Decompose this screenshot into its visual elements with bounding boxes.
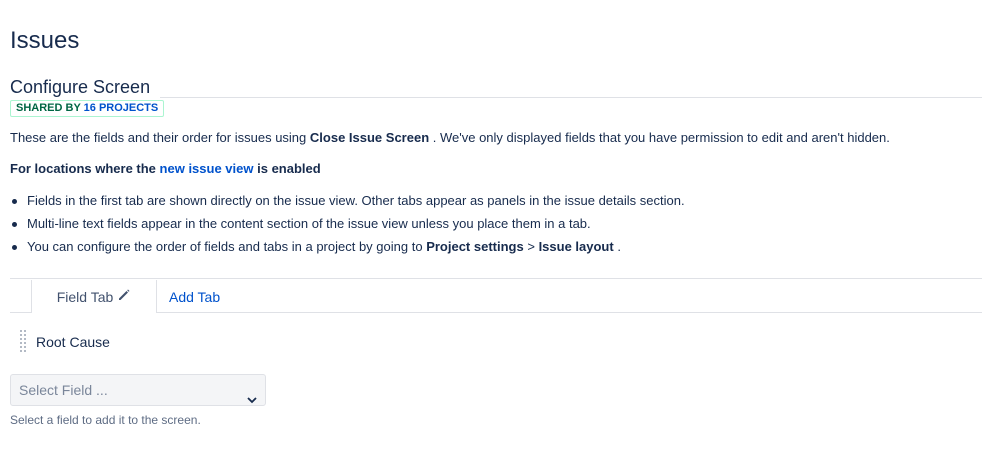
field-row-root-cause[interactable]: Root Cause [20, 330, 110, 354]
bullet-text-end: . [617, 239, 621, 254]
list-item: You can configure the order of fields an… [10, 239, 685, 262]
chevron-down-icon [247, 385, 257, 404]
bullet-text: You can configure the order of fields an… [27, 239, 423, 254]
shared-by-badge[interactable]: SHARED BY 16 PROJECTS [10, 100, 165, 117]
new-issue-view-link[interactable]: new issue view [160, 161, 254, 176]
bullet-dot [12, 222, 17, 227]
description-text: These are the fields and their order for… [10, 130, 307, 145]
select-field-dropdown[interactable]: Select Field ... [10, 374, 266, 406]
field-name: Root Cause [36, 334, 110, 350]
info-bullet-list: Fields in the first tab are shown direct… [10, 193, 685, 262]
add-tab-link[interactable]: Add Tab [169, 289, 220, 305]
screen-description: These are the fields and their order for… [10, 130, 890, 145]
issue-layout-text: Issue layout [538, 239, 614, 254]
tabs-divider-top [10, 278, 982, 279]
list-item: Fields in the first tab are shown direct… [10, 193, 685, 216]
screen-name: Close Issue Screen [309, 130, 430, 145]
pencil-icon[interactable] [117, 288, 131, 305]
drag-handle-icon[interactable] [20, 330, 26, 354]
page-title: Issues [10, 27, 80, 54]
subheading-text: For locations where the [10, 161, 156, 176]
badge-prefix: SHARED BY [16, 102, 81, 114]
project-settings-text: Project settings [426, 239, 524, 254]
title-divider [160, 97, 982, 98]
screen-title: Configure Screen [10, 77, 151, 97]
bullet-dot [12, 245, 17, 250]
description-text-end: . We've only displayed fields that you h… [432, 130, 890, 145]
tab-field-tab[interactable]: Field Tab [31, 280, 157, 313]
bullet-dot [12, 199, 17, 204]
select-placeholder: Select Field ... [19, 382, 108, 398]
new-issue-view-heading: For locations where the new issue view i… [10, 161, 321, 176]
tab-label: Field Tab [56, 288, 114, 305]
badge-count: 16 PROJECTS [83, 102, 159, 114]
bullet-text: Multi-line text fields appear in the con… [27, 216, 591, 231]
subheading-text-end: is enabled [257, 161, 321, 176]
list-item: Multi-line text fields appear in the con… [10, 216, 685, 239]
bullet-text: Fields in the first tab are shown direct… [27, 193, 685, 208]
select-help-text: Select a field to add it to the screen. [10, 413, 201, 427]
breadcrumb-separator: > [527, 239, 535, 254]
